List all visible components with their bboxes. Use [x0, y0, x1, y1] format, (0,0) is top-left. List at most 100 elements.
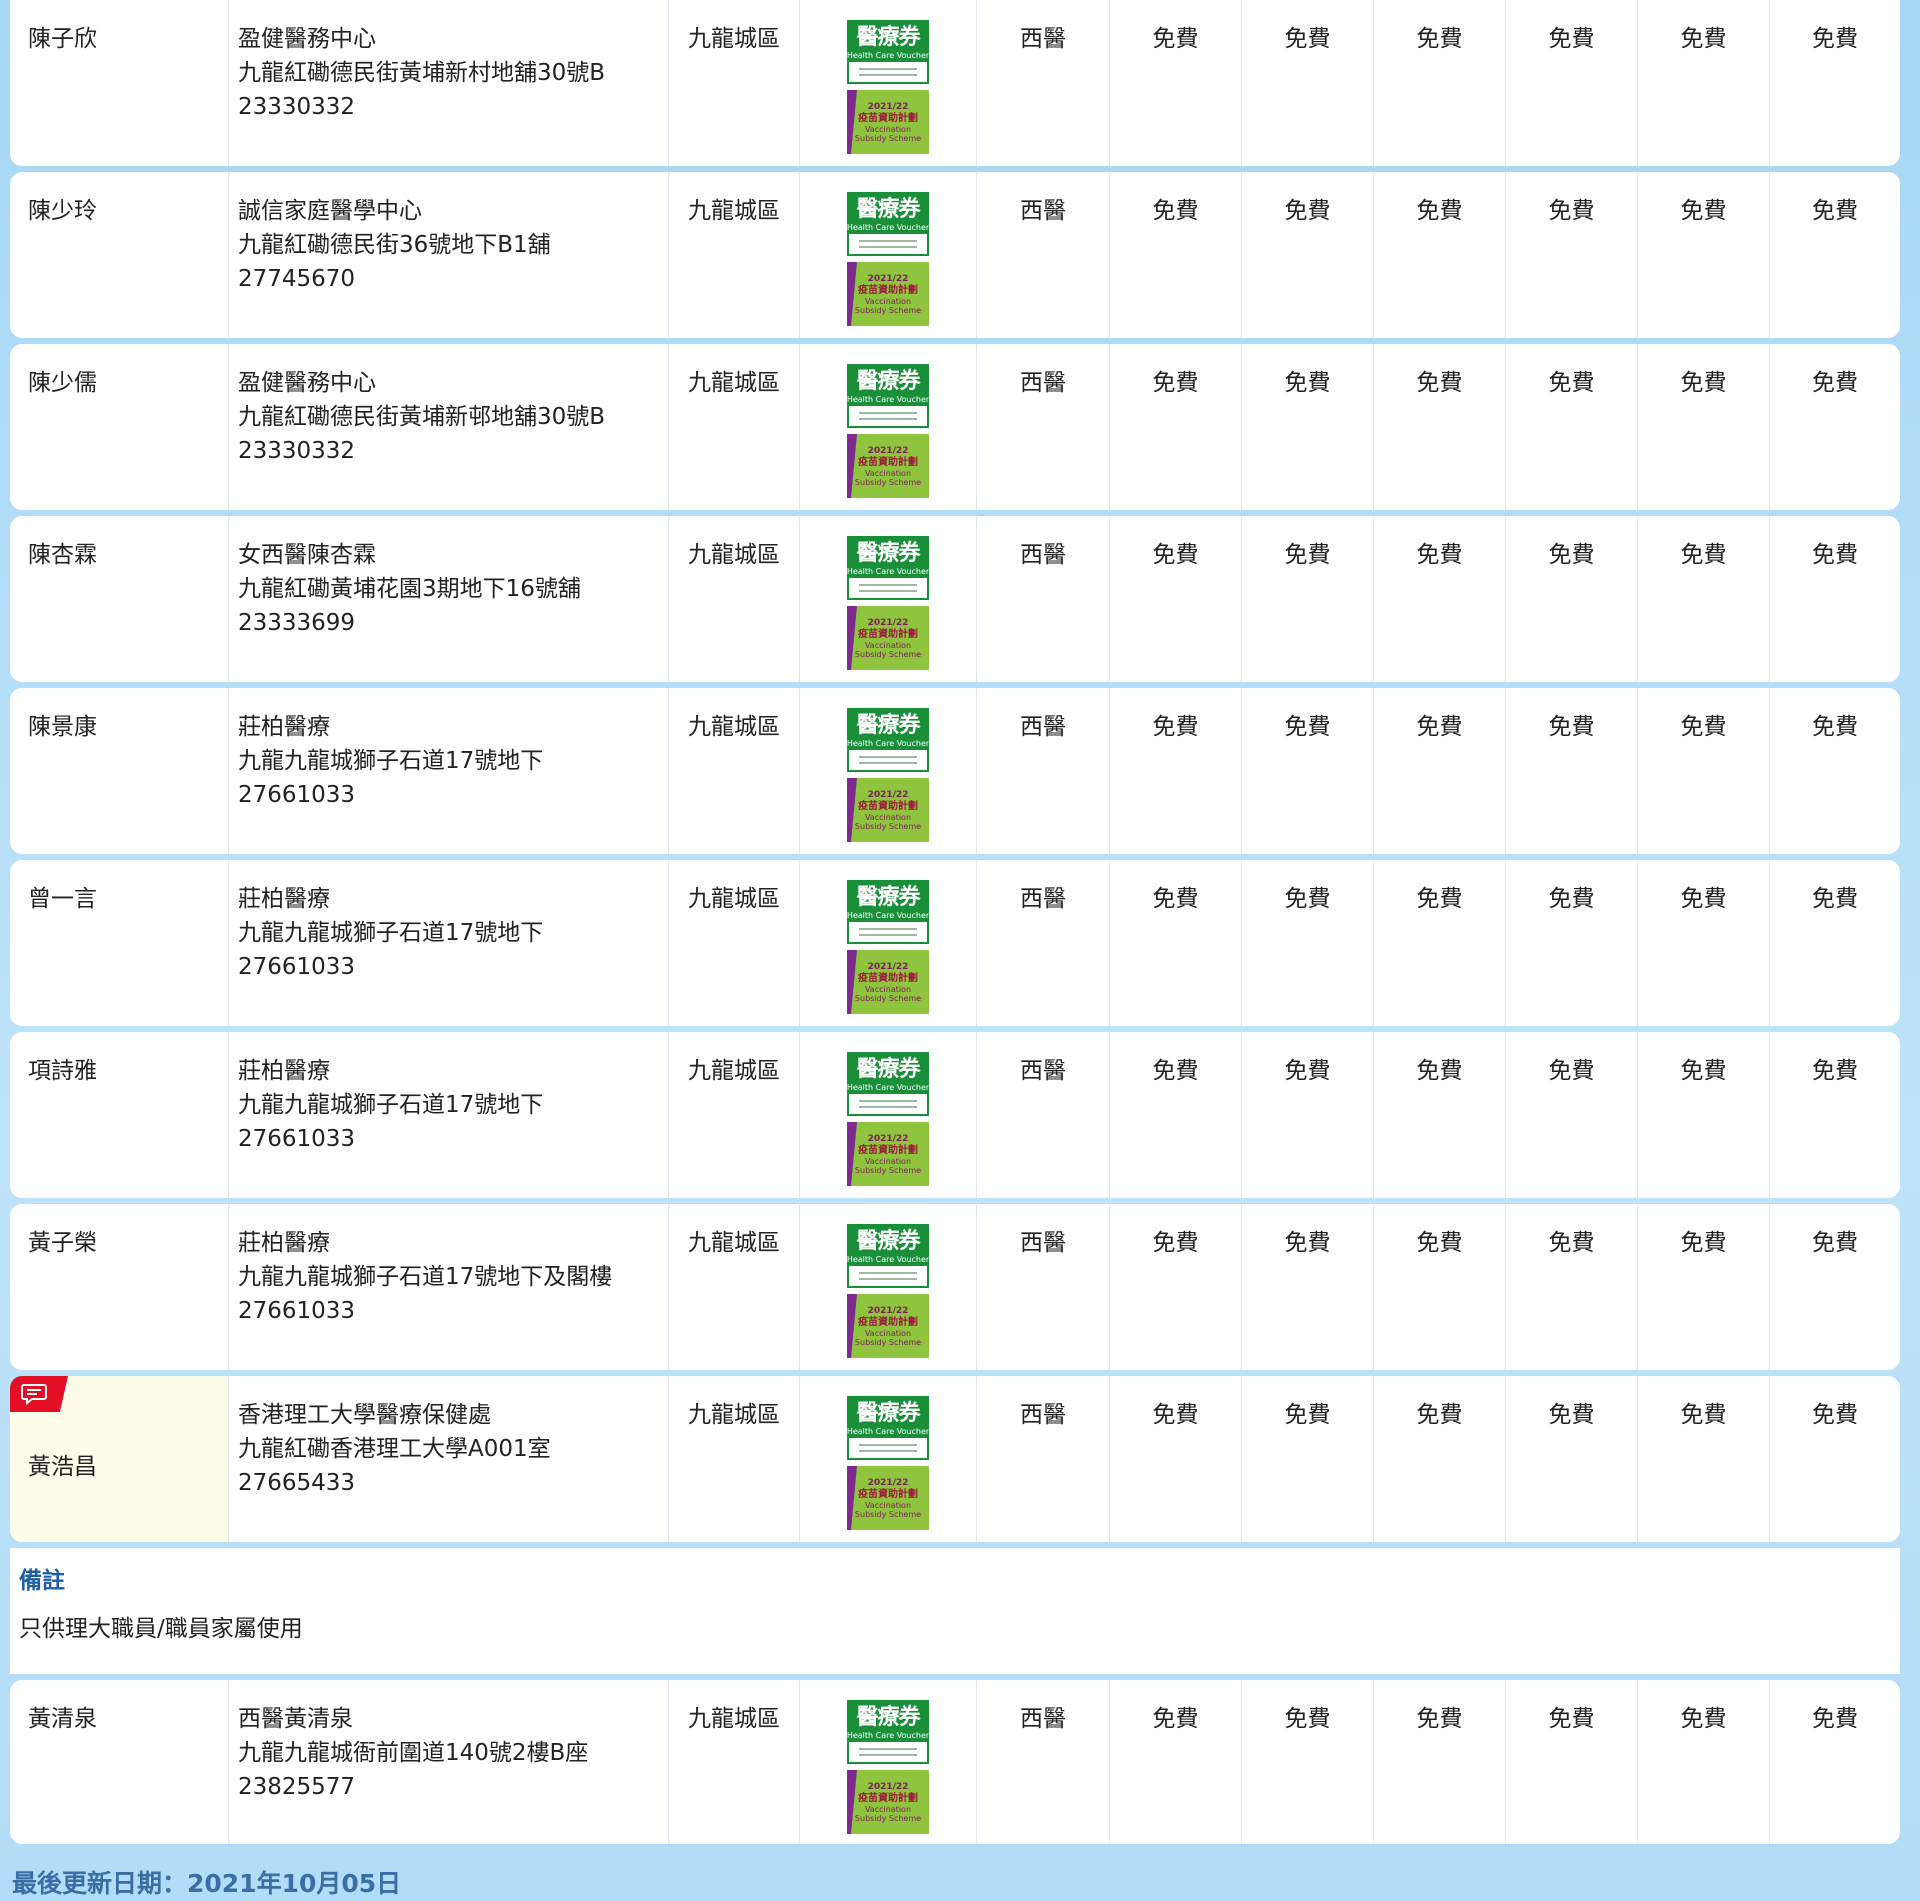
fee-cell: 免費 — [1242, 0, 1374, 166]
clinic-phone[interactable]: 23825577 — [238, 1770, 668, 1804]
chat-bubble-icon — [21, 1384, 47, 1405]
clinic-phone[interactable]: 27661033 — [238, 1294, 668, 1328]
clinic-address: 九龍九龍城獅子石道17號地下 — [238, 748, 544, 774]
hcv-title: 醫療券 — [856, 541, 920, 566]
clinic-name: 盈健醫務中心 — [238, 370, 376, 396]
scheme-badges: 醫療券 Health Care Voucher 2021/22 疫苗資助計劃 Vacc… — [800, 1680, 977, 1844]
hcv-title: 醫療券 — [856, 25, 920, 50]
health-care-voucher-logo: 醫療券 Health Care Voucher — [847, 1052, 929, 1116]
fee-cell: 免費 — [1812, 26, 1858, 52]
vaccination-subsidy-logo: 2021/22 疫苗資助計劃 Vaccination Subsidy Scheme — [847, 90, 929, 154]
health-care-voucher-logo: 醫療券 Health Care Voucher — [847, 880, 929, 944]
fee-cell: 免費 — [1812, 370, 1858, 396]
hcv-title: 醫療券 — [856, 1401, 920, 1426]
doctor-type: 西醫 — [977, 1376, 1110, 1542]
fee-cell: 免費 — [1374, 1204, 1506, 1370]
fee-cell: 免費 — [1110, 172, 1242, 338]
clinic-info: 盈健醫務中心 九龍紅磡德民街黃埔新村地舖30號B 23330332 — [229, 0, 669, 166]
fee-cell: 免費 — [1242, 860, 1374, 1026]
vaccination-subsidy-logo: 2021/22 疫苗資助計劃 Vaccination Subsidy Scheme — [847, 1466, 929, 1530]
vss-year: 2021/22 — [867, 1305, 909, 1316]
fee-cell: 免費 — [1374, 1680, 1506, 1844]
vss-title: 疫苗資助計劃 — [858, 456, 918, 468]
vss-year: 2021/22 — [867, 445, 909, 456]
clinic-address: 九龍九龍城獅子石道17號地下 — [238, 920, 544, 946]
fee-cell: 免費 — [1506, 688, 1638, 854]
clinic-info: 香港理工大學醫療保健處 九龍紅磡香港理工大學A001室 27665433 — [229, 1376, 669, 1542]
district: 九龍城區 — [669, 0, 800, 166]
clinic-name: 莊柏醫療 — [238, 1058, 330, 1084]
doctor-name: 陳少儒 — [10, 344, 229, 510]
clinic-name: 莊柏醫療 — [238, 886, 330, 912]
vss-title: 疫苗資助計劃 — [858, 112, 918, 124]
doctor-type: 西醫 — [977, 344, 1110, 510]
hcv-en: Health Care Voucher — [846, 567, 930, 576]
health-care-voucher-logo: 醫療券 Health Care Voucher — [847, 1700, 929, 1764]
clinic-address: 九龍紅磡德民街黃埔新村地舖30號B — [238, 60, 606, 86]
clinic-address: 九龍九龍城衙前圍道140號2樓B座 — [238, 1740, 589, 1766]
hcv-en: Health Care Voucher — [846, 51, 930, 60]
health-care-voucher-logo: 醫療券 Health Care Voucher — [847, 1396, 929, 1460]
vss-en1: Vaccination — [864, 468, 912, 478]
hcv-en: Health Care Voucher — [846, 1255, 930, 1264]
fee-cell: 免費 — [1242, 1376, 1374, 1542]
fee-cell: 免費 — [1110, 516, 1242, 682]
fee-cell: 免費 — [1110, 688, 1242, 854]
table-row: 陳少儒 盈健醫務中心 九龍紅磡德民街黃埔新邨地舖30號B 23330332 九龍… — [10, 344, 1900, 510]
clinic-phone[interactable]: 27745670 — [238, 262, 668, 296]
clinic-phone[interactable]: 27661033 — [238, 1122, 668, 1156]
hcv-en: Health Care Voucher — [846, 1427, 930, 1436]
fee-cell: 免費 — [1110, 1204, 1242, 1370]
clinic-name: 莊柏醫療 — [238, 714, 330, 740]
fee-cell: 免費 — [1506, 1032, 1638, 1198]
clinic-phone[interactable]: 27665433 — [238, 1466, 668, 1500]
vss-title: 疫苗資助計劃 — [858, 972, 918, 984]
scheme-badges: 醫療券 Health Care Voucher 2021/22 疫苗資助計劃 Vacc… — [800, 516, 977, 682]
doctor-name: 陳杏霖 — [10, 516, 229, 682]
fee-cell: 免費 — [1242, 516, 1374, 682]
clinic-phone[interactable]: 27661033 — [238, 778, 668, 812]
vss-en2: Subsidy Scheme — [854, 649, 922, 659]
clinic-phone[interactable]: 27661033 — [238, 950, 668, 984]
doctor-type: 西醫 — [977, 860, 1110, 1026]
hcv-en: Health Care Voucher — [846, 739, 930, 748]
table-row: 陳杏霖 女西醫陳杏霖 九龍紅磡黃埔花園3期地下16號舖 23333699 九龍城… — [10, 516, 1900, 682]
remark-marker[interactable] — [10, 1376, 68, 1412]
clinic-info: 女西醫陳杏霖 九龍紅磡黃埔花園3期地下16號舖 23333699 — [229, 516, 669, 682]
vaccination-subsidy-logo: 2021/22 疫苗資助計劃 Vaccination Subsidy Scheme — [847, 1294, 929, 1358]
clinic-name: 西醫黃清泉 — [238, 1706, 353, 1732]
clinic-phone[interactable]: 23333699 — [238, 606, 668, 640]
vss-year: 2021/22 — [867, 1133, 909, 1144]
hcv-en: Health Care Voucher — [846, 1083, 930, 1092]
doctor-name: 黃清泉 — [10, 1680, 229, 1844]
hcv-en: Health Care Voucher — [846, 911, 930, 920]
district: 九龍城區 — [669, 860, 800, 1026]
doctor-name: 陳少玲 — [10, 172, 229, 338]
fee-cell: 免費 — [1638, 688, 1770, 854]
hcv-title: 醫療券 — [856, 885, 920, 910]
fee-cell: 免費 — [1242, 344, 1374, 510]
fee-cell: 免費 — [1506, 1204, 1638, 1370]
fee-cell: 免費 — [1506, 516, 1638, 682]
vss-year: 2021/22 — [867, 961, 909, 972]
clinic-phone[interactable]: 23330332 — [238, 90, 668, 124]
clinic-name: 盈健醫務中心 — [238, 26, 376, 52]
vss-year: 2021/22 — [867, 789, 909, 800]
health-care-voucher-logo: 醫療券 Health Care Voucher — [847, 364, 929, 428]
vss-year: 2021/22 — [867, 1477, 909, 1488]
vss-year: 2021/22 — [867, 273, 909, 284]
scheme-badges: 醫療券 Health Care Voucher 2021/22 疫苗資助計劃 Vacc… — [800, 1032, 977, 1198]
clinic-phone[interactable]: 23330332 — [238, 434, 668, 468]
fee-cell: 免費 — [1638, 1204, 1770, 1370]
fee-cell: 免費 — [1638, 0, 1770, 166]
fee-cell: 免費 — [1110, 1376, 1242, 1542]
table-row: 陳子欣 盈健醫務中心 九龍紅磡德民街黃埔新村地舖30號B 23330332 九龍… — [10, 0, 1900, 166]
hcv-title: 醫療券 — [856, 713, 920, 738]
fee-cell: 免費 — [1638, 172, 1770, 338]
fee-cell: 免費 — [1374, 516, 1506, 682]
vss-en2: Subsidy Scheme — [854, 821, 922, 831]
clinic-address: 九龍紅磡黃埔花園3期地下16號舖 — [238, 576, 581, 602]
fee-cell: 免費 — [1812, 1058, 1858, 1084]
fee-cell: 免費 — [1110, 1032, 1242, 1198]
table-row: 項詩雅 莊柏醫療 九龍九龍城獅子石道17號地下 27661033 九龍城區 醫療… — [10, 1032, 1900, 1198]
